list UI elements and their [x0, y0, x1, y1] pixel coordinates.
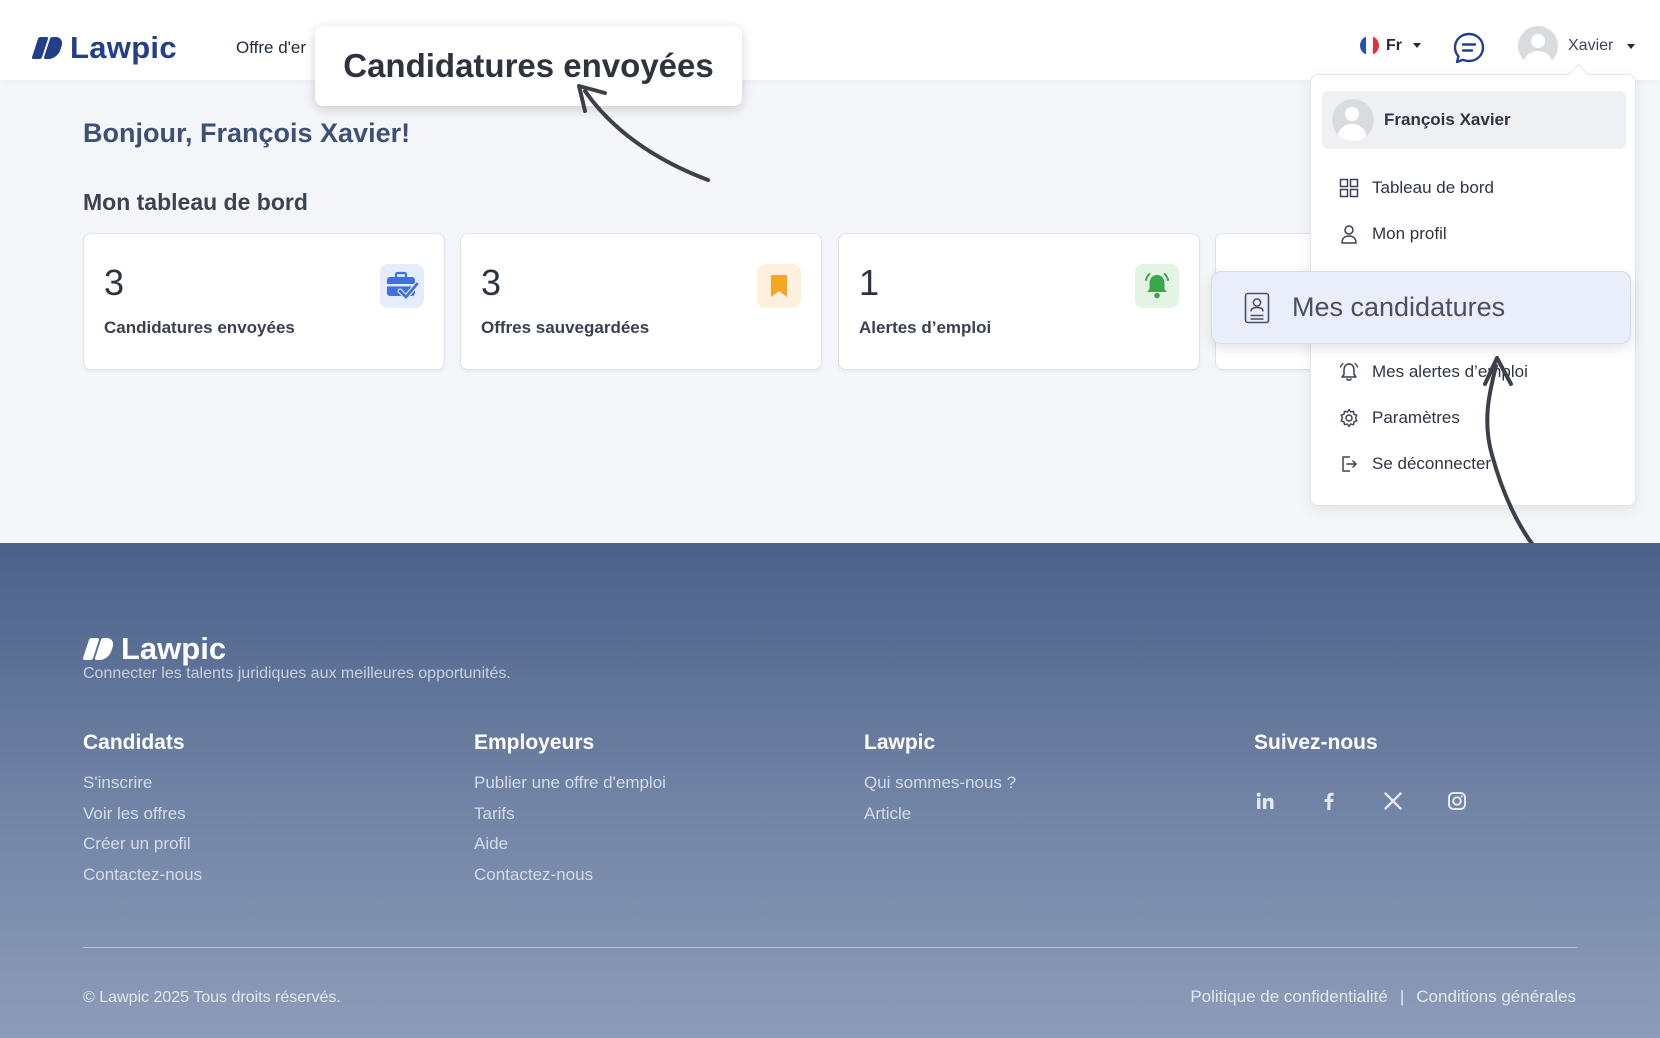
- messages-button[interactable]: [1452, 31, 1486, 65]
- footer-link[interactable]: Qui sommes-nous ?: [864, 773, 1016, 804]
- menu-item-my-applications[interactable]: Mes candidatures: [1211, 271, 1631, 344]
- logo-text: Lawpic: [70, 30, 177, 65]
- gear-icon: [1340, 408, 1358, 428]
- annotation-callout: Candidatures envoyées: [315, 26, 742, 106]
- footer-column-title: Lawpic: [864, 731, 936, 754]
- logo-mark-icon: [31, 35, 65, 61]
- user-menu-button[interactable]: Xavier: [1518, 26, 1636, 66]
- footer-logo-text: Lawpic: [121, 631, 227, 666]
- bookmark-icon: [757, 264, 801, 308]
- dashboard-title: Mon tableau de bord: [83, 189, 308, 215]
- privacy-policy-link[interactable]: Politique de confidentialité: [1190, 987, 1388, 1007]
- footer-link[interactable]: Article: [864, 804, 1016, 835]
- user-menu-name: Xavier: [1568, 37, 1614, 54]
- footer-column-title: Employeurs: [474, 731, 595, 754]
- bell-outline-icon: [1339, 362, 1359, 381]
- footer-tagline: Connecter les talents juridiques aux mei…: [83, 665, 511, 682]
- stat-card-saved-offers[interactable]: 3 Offres sauvegardées: [460, 233, 822, 370]
- footer-link[interactable]: Aide: [474, 834, 666, 865]
- stat-label: Alertes d’emploi: [859, 318, 992, 337]
- stat-label: Offres sauvegardées: [481, 318, 650, 337]
- dropdown-user-name: François Xavier: [1384, 110, 1511, 129]
- footer-link[interactable]: Voir les offres: [83, 804, 202, 835]
- instagram-icon[interactable]: [1445, 789, 1469, 813]
- footer-link[interactable]: Créer un profil: [83, 834, 202, 865]
- footer-column-lawpic: Lawpic Qui sommes-nous ? Article: [864, 731, 1016, 834]
- menu-item-label: Tableau de bord: [1372, 178, 1494, 197]
- facebook-icon[interactable]: [1317, 789, 1341, 813]
- legal-separator: |: [1399, 987, 1405, 1006]
- footer-column-candidates: Candidats S'inscrire Voir les offres Cré…: [83, 731, 202, 895]
- menu-item-label: Mes alertes d’emploi: [1372, 362, 1528, 381]
- stat-label: Candidatures envoyées: [104, 318, 295, 337]
- menu-item-logout[interactable]: Se déconnecter: [1339, 454, 1491, 474]
- footer-link[interactable]: S'inscrire: [83, 773, 202, 804]
- menu-item-label: Mon profil: [1372, 224, 1447, 243]
- footer-link[interactable]: Publier une offre d'emploi: [474, 773, 666, 804]
- logo-mark-icon: [82, 636, 116, 662]
- menu-item-label: Paramètres: [1372, 408, 1460, 427]
- chevron-down-icon: [1627, 43, 1636, 49]
- footer-column-employers: Employeurs Publier une offre d'emploi Ta…: [474, 731, 666, 895]
- footer-link[interactable]: Contactez-nous: [83, 865, 202, 896]
- footer-divider: [83, 947, 1577, 948]
- logout-icon: [1342, 456, 1357, 472]
- bell-icon: [1135, 264, 1179, 308]
- footer: Lawpic Connecter les talents juridiques …: [0, 543, 1660, 1038]
- legal-links: Politique de confidentialité | Condition…: [1190, 987, 1576, 1007]
- stat-value: 1: [859, 262, 880, 303]
- nav-job-offers-link[interactable]: Offre d'er: [236, 38, 306, 58]
- menu-item-dashboard[interactable]: Tableau de bord: [1339, 178, 1494, 198]
- avatar: [1332, 99, 1374, 141]
- menu-item-profile[interactable]: Mon profil: [1339, 224, 1447, 244]
- footer-column-title: Candidats: [83, 731, 185, 754]
- briefcase-check-icon: [380, 264, 424, 308]
- social-links: [1253, 789, 1469, 813]
- chevron-down-icon: [1413, 43, 1421, 48]
- stat-value: 3: [104, 262, 125, 303]
- stat-card-applications[interactable]: 3 Candidatures envoyées: [83, 233, 445, 370]
- user-icon: [1341, 225, 1357, 244]
- terms-link[interactable]: Conditions générales: [1416, 987, 1576, 1007]
- chat-bubble-icon: [1453, 32, 1485, 64]
- greeting: Bonjour, François Xavier!: [83, 118, 411, 148]
- avatar: [1518, 26, 1558, 66]
- menu-item-label: Mes candidatures: [1292, 292, 1506, 322]
- menu-item-job-alerts[interactable]: Mes alertes d’emploi: [1339, 362, 1528, 382]
- stat-card-job-alerts[interactable]: 1 Alertes d’emploi: [838, 233, 1200, 370]
- footer-logo[interactable]: Lawpic: [82, 631, 227, 667]
- stat-value: 3: [481, 262, 502, 303]
- menu-item-settings[interactable]: Paramètres: [1339, 408, 1460, 428]
- footer-column-title: Suivez-nous: [1254, 731, 1378, 754]
- language-label: Fr: [1386, 36, 1402, 54]
- x-icon[interactable]: [1381, 789, 1405, 813]
- footer-column-follow: Suivez-nous: [1254, 731, 1378, 773]
- copyright: © Lawpic 2025 Tous droits réservés.: [83, 989, 341, 1006]
- footer-link[interactable]: Contactez-nous: [474, 865, 666, 896]
- linkedin-icon[interactable]: [1253, 789, 1277, 813]
- footer-link[interactable]: Tarifs: [474, 804, 666, 835]
- dropdown-user-header: François Xavier: [1322, 91, 1626, 149]
- french-flag-icon: [1360, 36, 1379, 55]
- top-header: Lawpic Offre d'er Fr Xavier: [0, 0, 1660, 80]
- language-selector[interactable]: Fr: [1360, 36, 1421, 55]
- logo[interactable]: Lawpic: [31, 30, 177, 66]
- dashboard-grid-icon: [1339, 178, 1359, 198]
- menu-item-label: Se déconnecter: [1372, 454, 1492, 473]
- contact-card-icon: [1244, 292, 1270, 323]
